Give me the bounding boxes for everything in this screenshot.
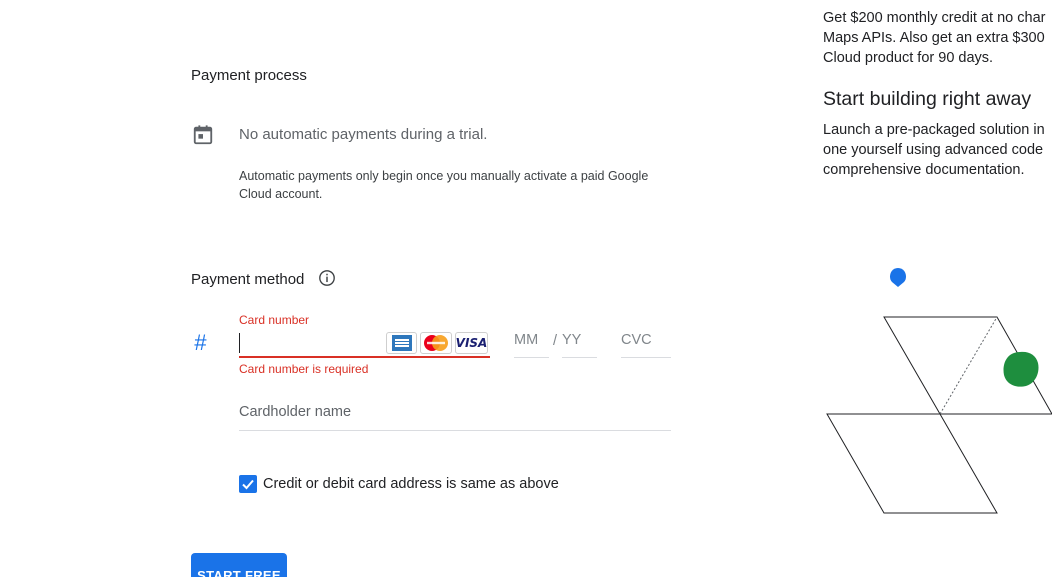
trial-text: No automatic payments during a trial. — [239, 126, 488, 143]
expiry-separator: / — [553, 333, 558, 349]
blue-shape — [890, 268, 906, 287]
cvc-field[interactable]: CVC — [621, 332, 671, 358]
lower-plane — [826, 413, 998, 514]
text-caret — [239, 333, 240, 353]
card-number-label: Card number — [239, 313, 310, 327]
payment-method-title: Payment method — [191, 271, 305, 288]
body-line: one yourself using advanced code — [823, 142, 1044, 158]
same-address-label[interactable]: Credit or debit card address is same as … — [263, 476, 559, 492]
promo-text: Get $200 monthly credit at no char Maps … — [823, 8, 1052, 68]
expiry-month-field[interactable]: MM — [514, 332, 549, 358]
trial-note: Automatic payments only begin once you m… — [239, 169, 649, 201]
cardholder-name-field[interactable]: Cardholder name — [239, 404, 671, 431]
amex-icon — [386, 332, 417, 354]
info-icon[interactable] — [318, 269, 336, 287]
promo-line: Cloud product for 90 days. — [823, 50, 994, 66]
hash-icon: # — [194, 330, 207, 355]
expiry-year-field[interactable]: YY — [562, 332, 597, 358]
start-building-heading: Start building right away — [823, 88, 1032, 110]
same-address-checkbox[interactable] — [239, 475, 257, 493]
start-building-body: Launch a pre-packaged solution in one yo… — [823, 120, 1052, 180]
green-shape — [1003, 351, 1039, 387]
mastercard-icon — [420, 332, 452, 354]
dotted-line — [939, 316, 998, 415]
promo-line: Maps APIs. Also get an extra $300 — [823, 30, 1045, 46]
start-free-button[interactable]: START FREE — [191, 553, 287, 577]
checkmark-icon — [242, 479, 254, 490]
body-line: Launch a pre-packaged solution in — [823, 122, 1045, 138]
card-logos: VISA — [386, 332, 488, 354]
visa-icon: VISA — [455, 332, 488, 354]
calendar-icon — [193, 125, 213, 145]
body-line: comprehensive documentation. — [823, 162, 1025, 178]
promo-line: Get $200 monthly credit at no char — [823, 10, 1046, 26]
payment-process-title: Payment process — [191, 67, 307, 84]
cloud-illustration — [826, 268, 1052, 514]
card-number-error: Card number is required — [239, 362, 369, 376]
